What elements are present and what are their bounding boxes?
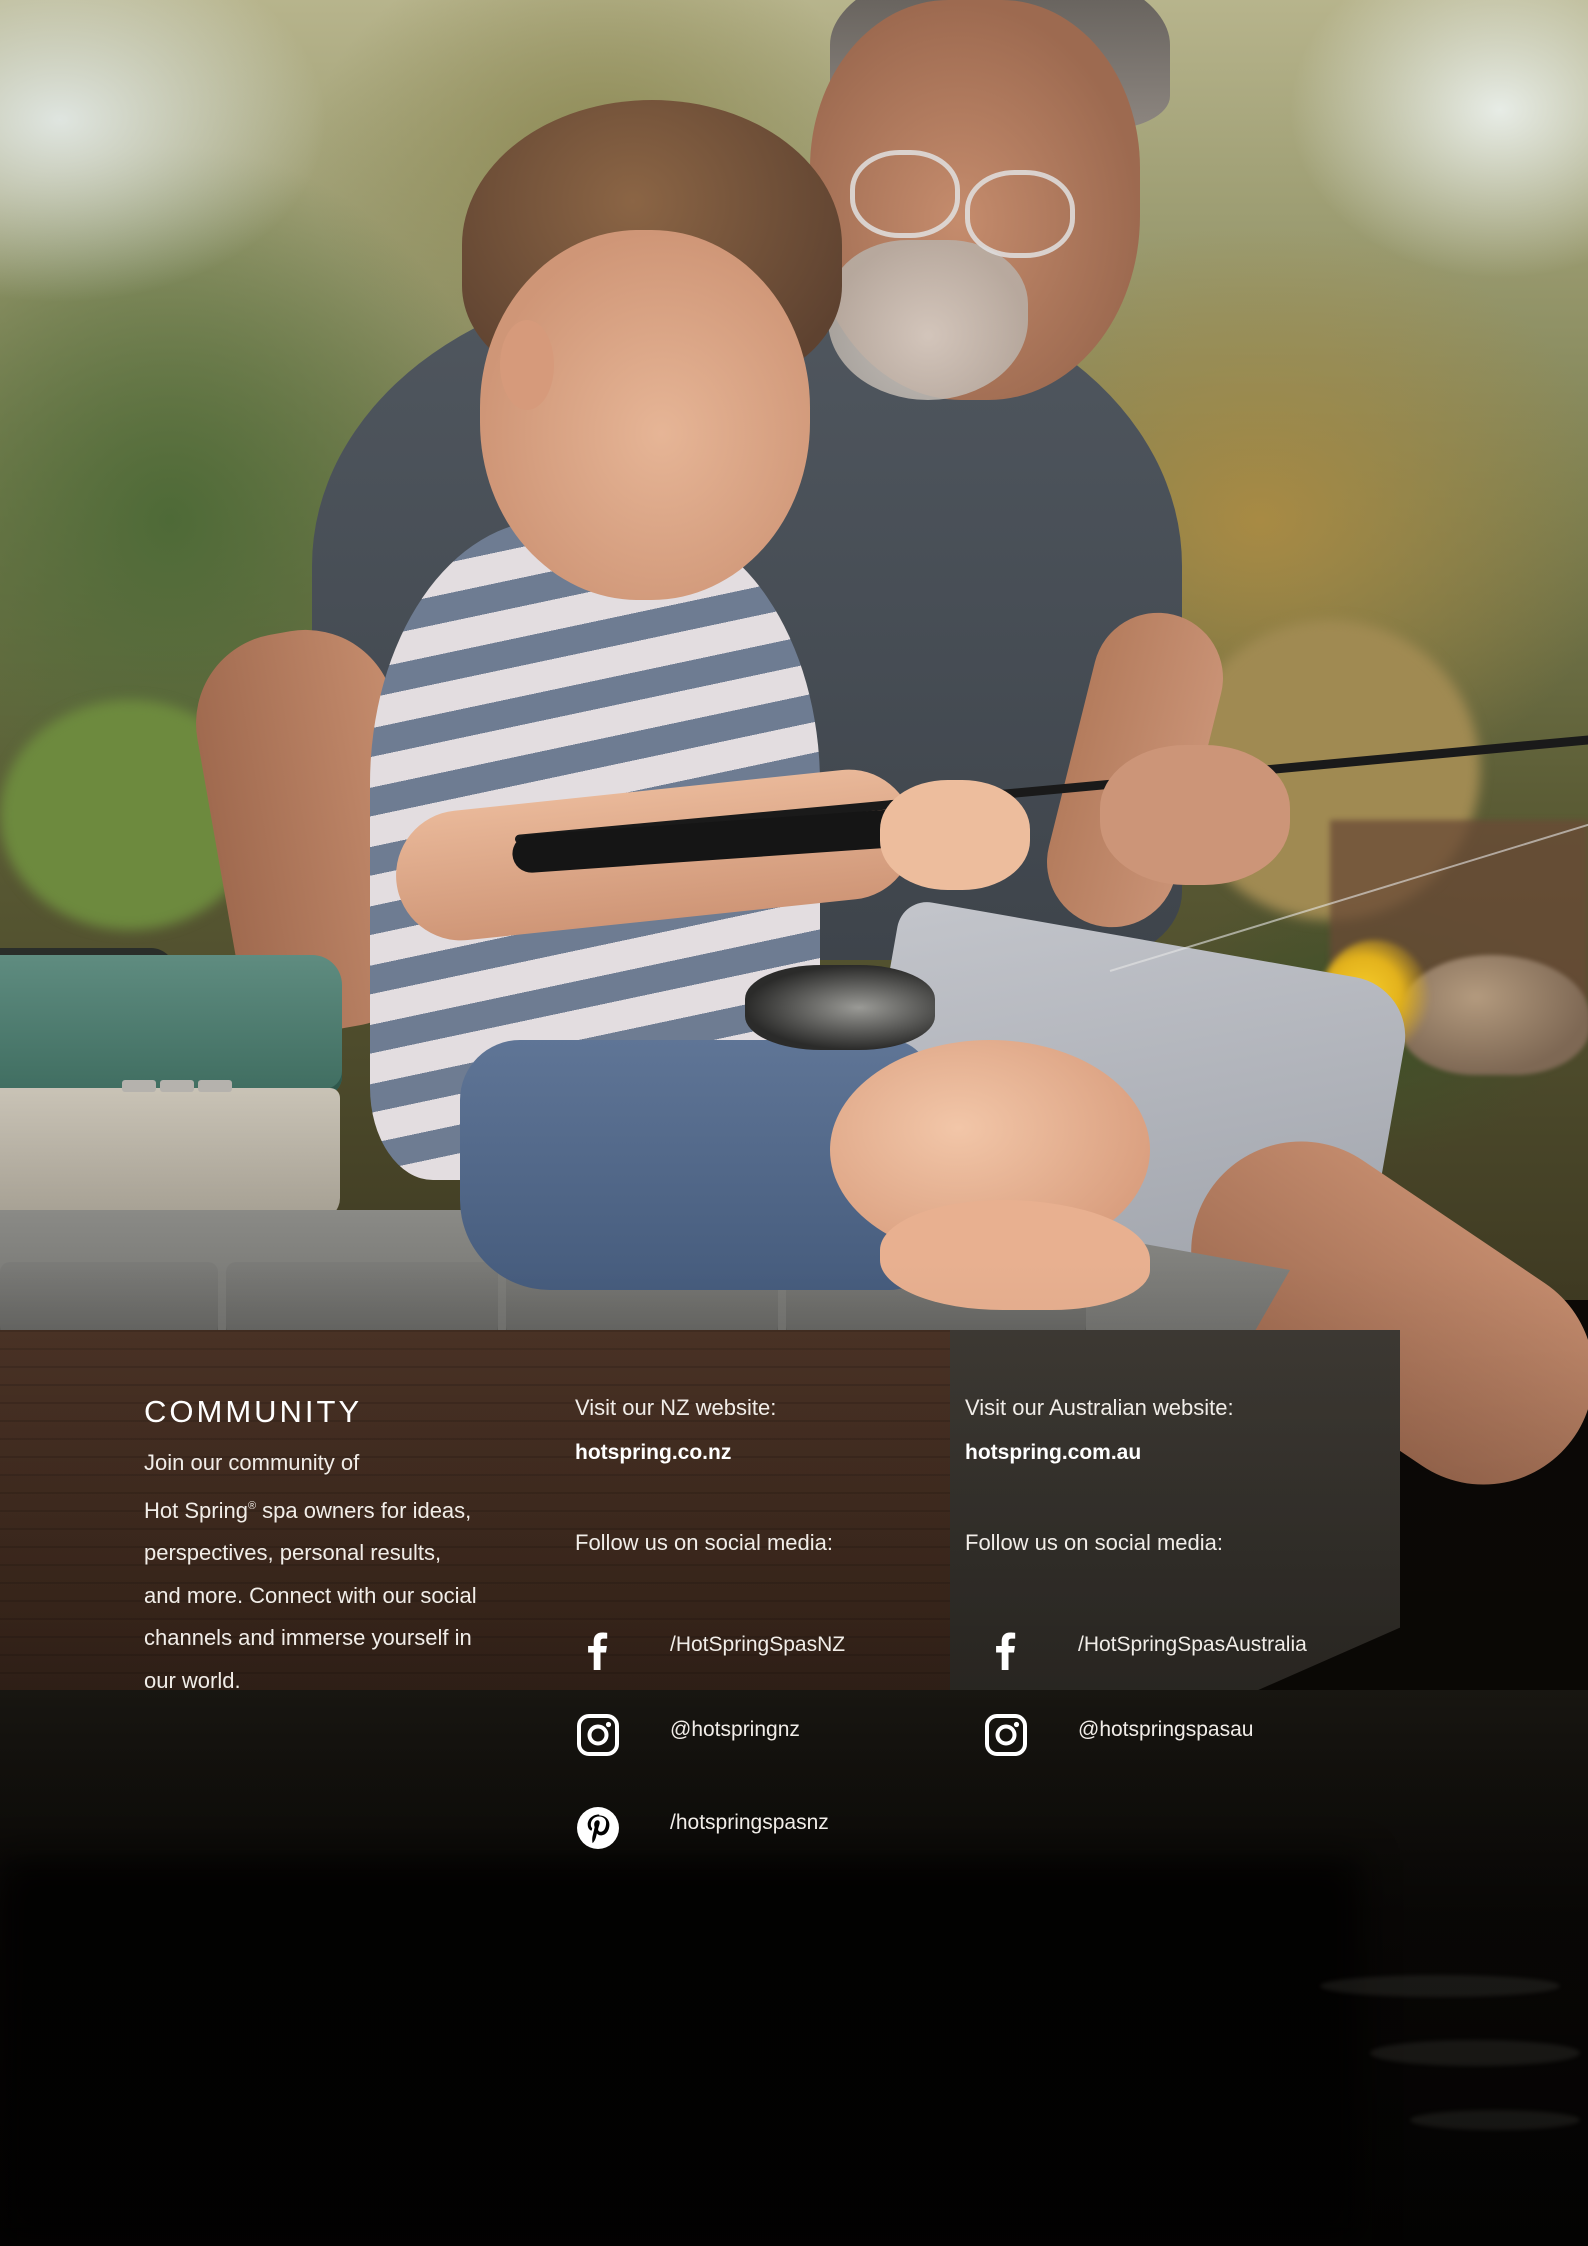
nz-website-label: Visit our NZ website: [575,1395,777,1420]
pinterest-icon [575,1805,621,1851]
community-text-line: and more. Connect with our social [144,1582,477,1608]
community-section: COMMUNITY Join our community of Hot Spri… [0,0,1588,2246]
nz-instagram-handle: @hotspringnz [670,1718,800,1741]
au-website-label: Visit our Australian website: [965,1395,1234,1420]
nz-pinterest-link[interactable]: /hotspringspasnz [575,1805,829,1851]
au-website-link[interactable]: hotspring.com.au [965,1437,1385,1469]
community-text-line: spa owners for ideas, [256,1497,472,1523]
registered-mark: ® [247,1499,257,1512]
nz-follow-label: Follow us on social media: [575,1530,834,1555]
community-column: COMMUNITY Join our community of Hot Spri… [144,1392,534,1702]
nz-website-link[interactable]: hotspring.co.nz [575,1437,945,1469]
community-text-line: perspectives, personal results, [144,1540,442,1565]
nz-facebook-handle: /HotSpringSpasNZ [670,1633,846,1656]
nz-instagram-link[interactable]: @hotspringnz [575,1712,800,1758]
community-text-line: our world. [144,1667,241,1693]
community-text-line: Join our community of [144,1450,360,1475]
community-text: Join our community of Hot Spring® spa ow… [144,1442,534,1702]
community-text-line: channels and immerse yourself in [144,1625,472,1650]
au-follow-label: Follow us on social media: [965,1530,1224,1555]
facebook-icon [983,1627,1029,1673]
brand-name: Hot Spring [144,1497,248,1523]
nz-column: Visit our NZ website: hotspring.co.nz Fo… [575,1392,945,1559]
nz-facebook-link[interactable]: /HotSpringSpasNZ [575,1627,845,1673]
nz-pinterest-handle: /hotspringspasnz [670,1811,829,1834]
instagram-icon [983,1712,1029,1758]
section-heading: COMMUNITY [144,1394,363,1429]
au-column: Visit our Australian website: hotspring.… [965,1392,1385,1559]
au-facebook-link[interactable]: /HotSpringSpasAustralia [983,1627,1307,1673]
instagram-icon [575,1712,621,1758]
au-instagram-link[interactable]: @hotspringspasau [983,1712,1253,1758]
au-instagram-handle: @hotspringspasau [1078,1718,1254,1741]
au-facebook-handle: /HotSpringSpasAustralia [1078,1633,1307,1656]
facebook-icon [575,1627,621,1673]
